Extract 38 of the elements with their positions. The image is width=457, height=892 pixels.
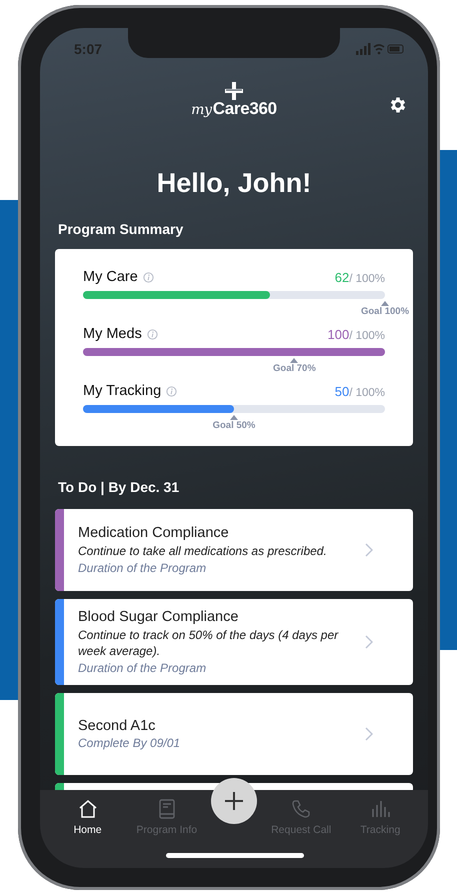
plus-icon — [224, 791, 244, 811]
chevron-right-icon — [365, 543, 373, 557]
todo-title: Medication Compliance — [78, 524, 230, 541]
info-icon[interactable] — [146, 328, 158, 340]
settings-icon[interactable] — [388, 95, 408, 115]
info-icon[interactable] — [142, 272, 154, 282]
section-title: To Do | By Dec. 31 — [58, 479, 180, 495]
metric-name: My Care — [83, 269, 138, 285]
phone-icon — [290, 798, 312, 820]
todo-due: Complete By 09/01 — [78, 736, 182, 750]
todo-card[interactable]: Second A1c Complete By 09/01 — [55, 693, 413, 776]
todo-description: Continue to track on 50% of the days (4 days per week average). — [78, 628, 340, 660]
todo-title: Blood Sugar Compliance — [78, 609, 240, 625]
metric-value: 50/ 100% — [334, 384, 385, 398]
greeting-heading: Hello, John! — [156, 168, 312, 199]
todo-description: Continue to take all medications as prescribed. — [78, 544, 328, 560]
goal-label: Goal 50% — [212, 420, 256, 431]
metric-value: 100/ 100% — [327, 326, 385, 342]
chevron-right-icon — [365, 727, 373, 742]
todo-due: Duration of the Program — [78, 561, 208, 576]
metric-name: My Tracking — [83, 383, 162, 399]
chevron-right-icon — [365, 635, 373, 650]
bar-chart-icon — [369, 798, 392, 820]
app-logo: myCare360 — [191, 82, 277, 118]
status-icons — [356, 43, 406, 55]
todo-title: Second A1c — [78, 718, 156, 734]
metric-name: My Meds — [83, 326, 142, 342]
metric-value: 62/ 100% — [334, 270, 385, 284]
goal-label: Goal 100% — [360, 306, 410, 317]
todo-card[interactable]: Medication Compliance Continue to take all medications as prescribed. Duration of the Program — [55, 509, 413, 591]
todo-due: Duration of the Program — [78, 661, 208, 676]
info-icon[interactable] — [166, 386, 178, 396]
todo-card[interactable]: Blood Sugar Compliance Continue to track on 50% of the days (4 days per week average). Duration of the Program — [55, 599, 413, 686]
goal-label: Goal 70% — [273, 363, 316, 374]
section-title: Program Summary — [58, 221, 184, 237]
add-button[interactable] — [210, 778, 257, 824]
home-icon — [76, 798, 99, 820]
nav-tab[interactable]: Home — [52, 798, 123, 836]
